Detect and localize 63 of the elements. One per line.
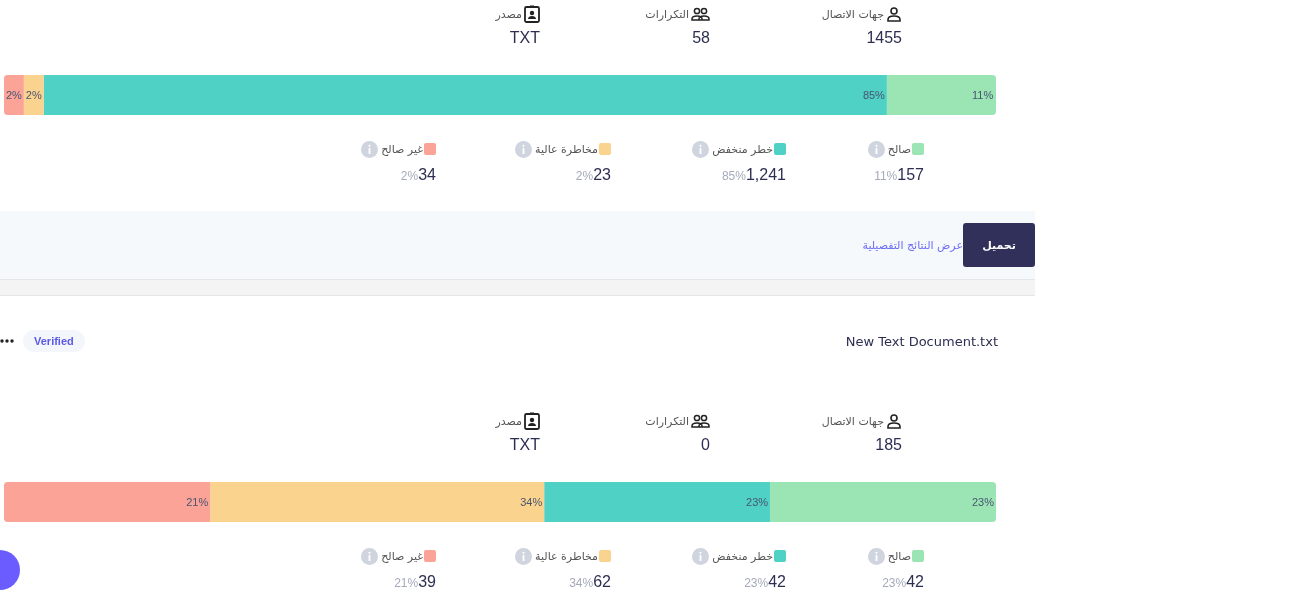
legend-value: 62 [593, 573, 611, 591]
details-link[interactable]: عرض النتائج التفصيلية [862, 238, 963, 252]
legend-percent: 34% [569, 576, 594, 590]
legend-percent: 2% [400, 169, 419, 183]
value-label: 21% [186, 496, 209, 508]
legend-label: صالح [887, 549, 911, 563]
value-label: 23% [746, 496, 769, 508]
legend-percent: 23% [882, 576, 907, 590]
legend-label: خطر منخفض [712, 142, 773, 156]
legend-label: صالح [887, 142, 911, 156]
legend-label: غير صالح [381, 549, 423, 563]
info-icon[interactable] [692, 547, 710, 565]
info-icon[interactable] [867, 547, 885, 565]
value-label: 23% [972, 496, 995, 508]
value-label: 2% [5, 89, 22, 101]
value-label: 2% [25, 89, 42, 101]
info-icon[interactable] [515, 140, 533, 158]
person-icon [886, 6, 902, 22]
legend-value: 34 [418, 166, 436, 184]
stat-value: 1455 [866, 29, 902, 47]
info-icon[interactable] [692, 140, 710, 158]
stat-label: التكرارات [645, 414, 689, 428]
info-icon[interactable] [867, 140, 885, 158]
stat-label: جهات الاتصال [821, 414, 884, 428]
info-icon[interactable] [515, 547, 533, 565]
download-button[interactable]: تحميل [963, 223, 1035, 267]
legend-value: 157 [897, 166, 924, 184]
legend-value: 39 [418, 573, 436, 591]
stat-value: TXT [509, 436, 540, 454]
legend-percent: 85% [721, 169, 746, 183]
stat-value: 185 [875, 436, 902, 454]
value-label: 11% [972, 89, 994, 101]
stat-label: جهات الاتصال [821, 7, 884, 21]
stat-label: مصدر [495, 414, 522, 428]
file-name: New Text Document.txt [845, 333, 998, 349]
stat-label: مصدر [495, 7, 522, 21]
people-icon [691, 7, 710, 21]
contact-card-icon [524, 5, 540, 23]
contact-card-icon [524, 412, 540, 430]
value-label: 85% [862, 89, 885, 101]
info-icon[interactable] [361, 547, 379, 565]
legend-percent: 11% [874, 169, 898, 183]
legend-value: 42 [906, 573, 924, 591]
legend-label: مخاطرة عالية [535, 142, 598, 156]
stat-value: 0 [701, 436, 710, 454]
info-icon[interactable] [361, 140, 379, 158]
more-icon[interactable] [0, 339, 14, 343]
person-icon [886, 413, 902, 429]
legend-value: 23 [593, 166, 611, 184]
status-badge: Verified [23, 330, 85, 352]
stat-label: التكرارات [645, 7, 689, 21]
legend-percent: 2% [575, 169, 594, 183]
legend-value: 1,241 [745, 166, 786, 184]
people-icon [691, 414, 710, 428]
legend-percent: 23% [744, 576, 769, 590]
value-label: 34% [520, 496, 543, 508]
legend-label: خطر منخفض [712, 549, 773, 563]
legend-label: مخاطرة عالية [535, 549, 598, 563]
stat-value: TXT [509, 29, 540, 47]
legend-value: 42 [768, 573, 786, 591]
stat-value: 58 [692, 29, 710, 47]
legend-label: غير صالح [381, 142, 423, 156]
legend-percent: 21% [394, 576, 419, 590]
